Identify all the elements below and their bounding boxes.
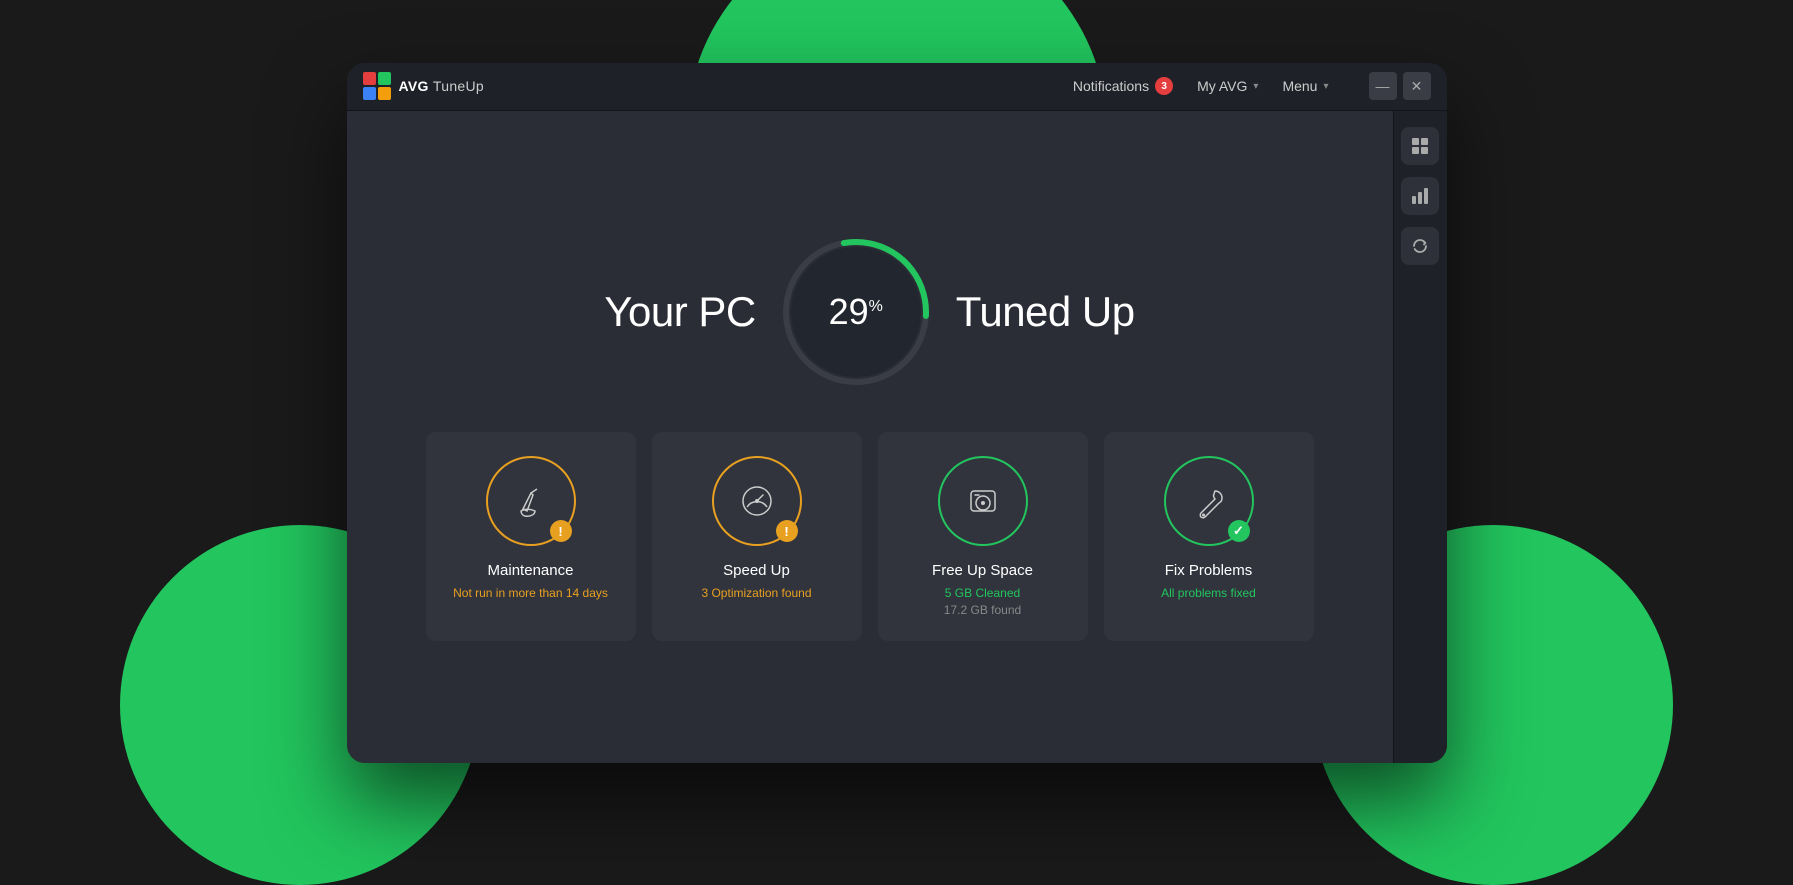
minimize-button[interactable]: — — [1369, 72, 1397, 100]
fixproblems-card-status: All problems fixed — [1161, 585, 1256, 602]
circle-inner: 29% — [791, 247, 921, 377]
fixproblems-wrench-icon — [1187, 479, 1231, 523]
maintenance-card-title: Maintenance — [488, 562, 574, 579]
sidebar-right — [1393, 111, 1447, 763]
notifications-button[interactable]: Notifications 3 — [1073, 77, 1173, 95]
speedup-card-status: 3 Optimization found — [701, 585, 811, 602]
freespace-disk-icon — [961, 479, 1005, 523]
speedup-gauge-icon — [735, 479, 779, 523]
freespace-icon-wrap — [938, 456, 1028, 546]
fixproblems-card-title: Fix Problems — [1165, 562, 1253, 579]
avg-logo-icon — [363, 72, 391, 100]
hero-section: Your PC 29% Tuned Up — [604, 232, 1134, 392]
maintenance-card[interactable]: ! Maintenance Not run in more than 14 da… — [426, 432, 636, 641]
scene: AVG TuneUp Notifications 3 My AVG ▾ Menu… — [0, 0, 1793, 825]
speedup-warning-badge: ! — [776, 520, 798, 542]
app-body: Your PC 29% Tuned Up — [347, 111, 1447, 763]
my-avg-label: My AVG — [1197, 78, 1247, 94]
maintenance-card-status: Not run in more than 14 days — [453, 585, 608, 602]
my-avg-chevron-icon: ▾ — [1253, 81, 1258, 92]
percent-display: 29% — [829, 291, 883, 333]
fixproblems-icon-wrap: ✓ — [1164, 456, 1254, 546]
speedup-icon-wrap: ! — [712, 456, 802, 546]
sidebar-grid-icon[interactable] — [1401, 127, 1439, 165]
freespace-card[interactable]: Free Up Space 5 GB Cleaned 17.2 GB found — [878, 432, 1088, 641]
maintenance-icon-wrap: ! — [486, 456, 576, 546]
logo-avg-text: AVG — [399, 78, 429, 94]
fixproblems-success-badge: ✓ — [1228, 520, 1250, 542]
freespace-card-title: Free Up Space — [932, 562, 1033, 579]
hero-left-text: Your PC — [604, 288, 755, 336]
speedup-card-title: Speed Up — [723, 562, 790, 579]
titlebar-nav: Notifications 3 My AVG ▾ Menu ▾ — ✕ — [1073, 72, 1431, 100]
titlebar: AVG TuneUp Notifications 3 My AVG ▾ Menu… — [347, 63, 1447, 111]
sidebar-chart-icon[interactable] — [1401, 177, 1439, 215]
app-logo: AVG TuneUp — [363, 72, 485, 100]
maintenance-warning-badge: ! — [550, 520, 572, 542]
notifications-badge: 3 — [1155, 77, 1173, 95]
notifications-label: Notifications — [1073, 78, 1149, 94]
close-button[interactable]: ✕ — [1403, 72, 1431, 100]
my-avg-button[interactable]: My AVG ▾ — [1197, 78, 1258, 94]
cards-row: ! Maintenance Not run in more than 14 da… — [426, 432, 1314, 641]
freespace-cleaned: 5 GB Cleaned — [944, 585, 1021, 602]
logo-tuneup-text: TuneUp — [433, 78, 484, 94]
menu-label: Menu — [1282, 78, 1317, 94]
fixproblems-card[interactable]: ✓ Fix Problems All problems fixed — [1104, 432, 1314, 641]
maintenance-broom-icon — [509, 479, 553, 523]
window-controls: — ✕ — [1369, 72, 1431, 100]
laptop-frame: AVG TuneUp Notifications 3 My AVG ▾ Menu… — [347, 63, 1447, 763]
freespace-found: 17.2 GB found — [944, 602, 1021, 619]
speedup-card[interactable]: ! Speed Up 3 Optimization found — [652, 432, 862, 641]
freespace-card-status: 5 GB Cleaned 17.2 GB found — [944, 585, 1021, 619]
menu-chevron-icon: ▾ — [1323, 81, 1328, 92]
hero-right-text: Tuned Up — [956, 288, 1135, 336]
progress-circle: 29% — [776, 232, 936, 392]
sidebar-refresh-icon[interactable] — [1401, 227, 1439, 265]
main-content: Your PC 29% Tuned Up — [347, 111, 1393, 763]
menu-button[interactable]: Menu ▾ — [1282, 78, 1328, 94]
